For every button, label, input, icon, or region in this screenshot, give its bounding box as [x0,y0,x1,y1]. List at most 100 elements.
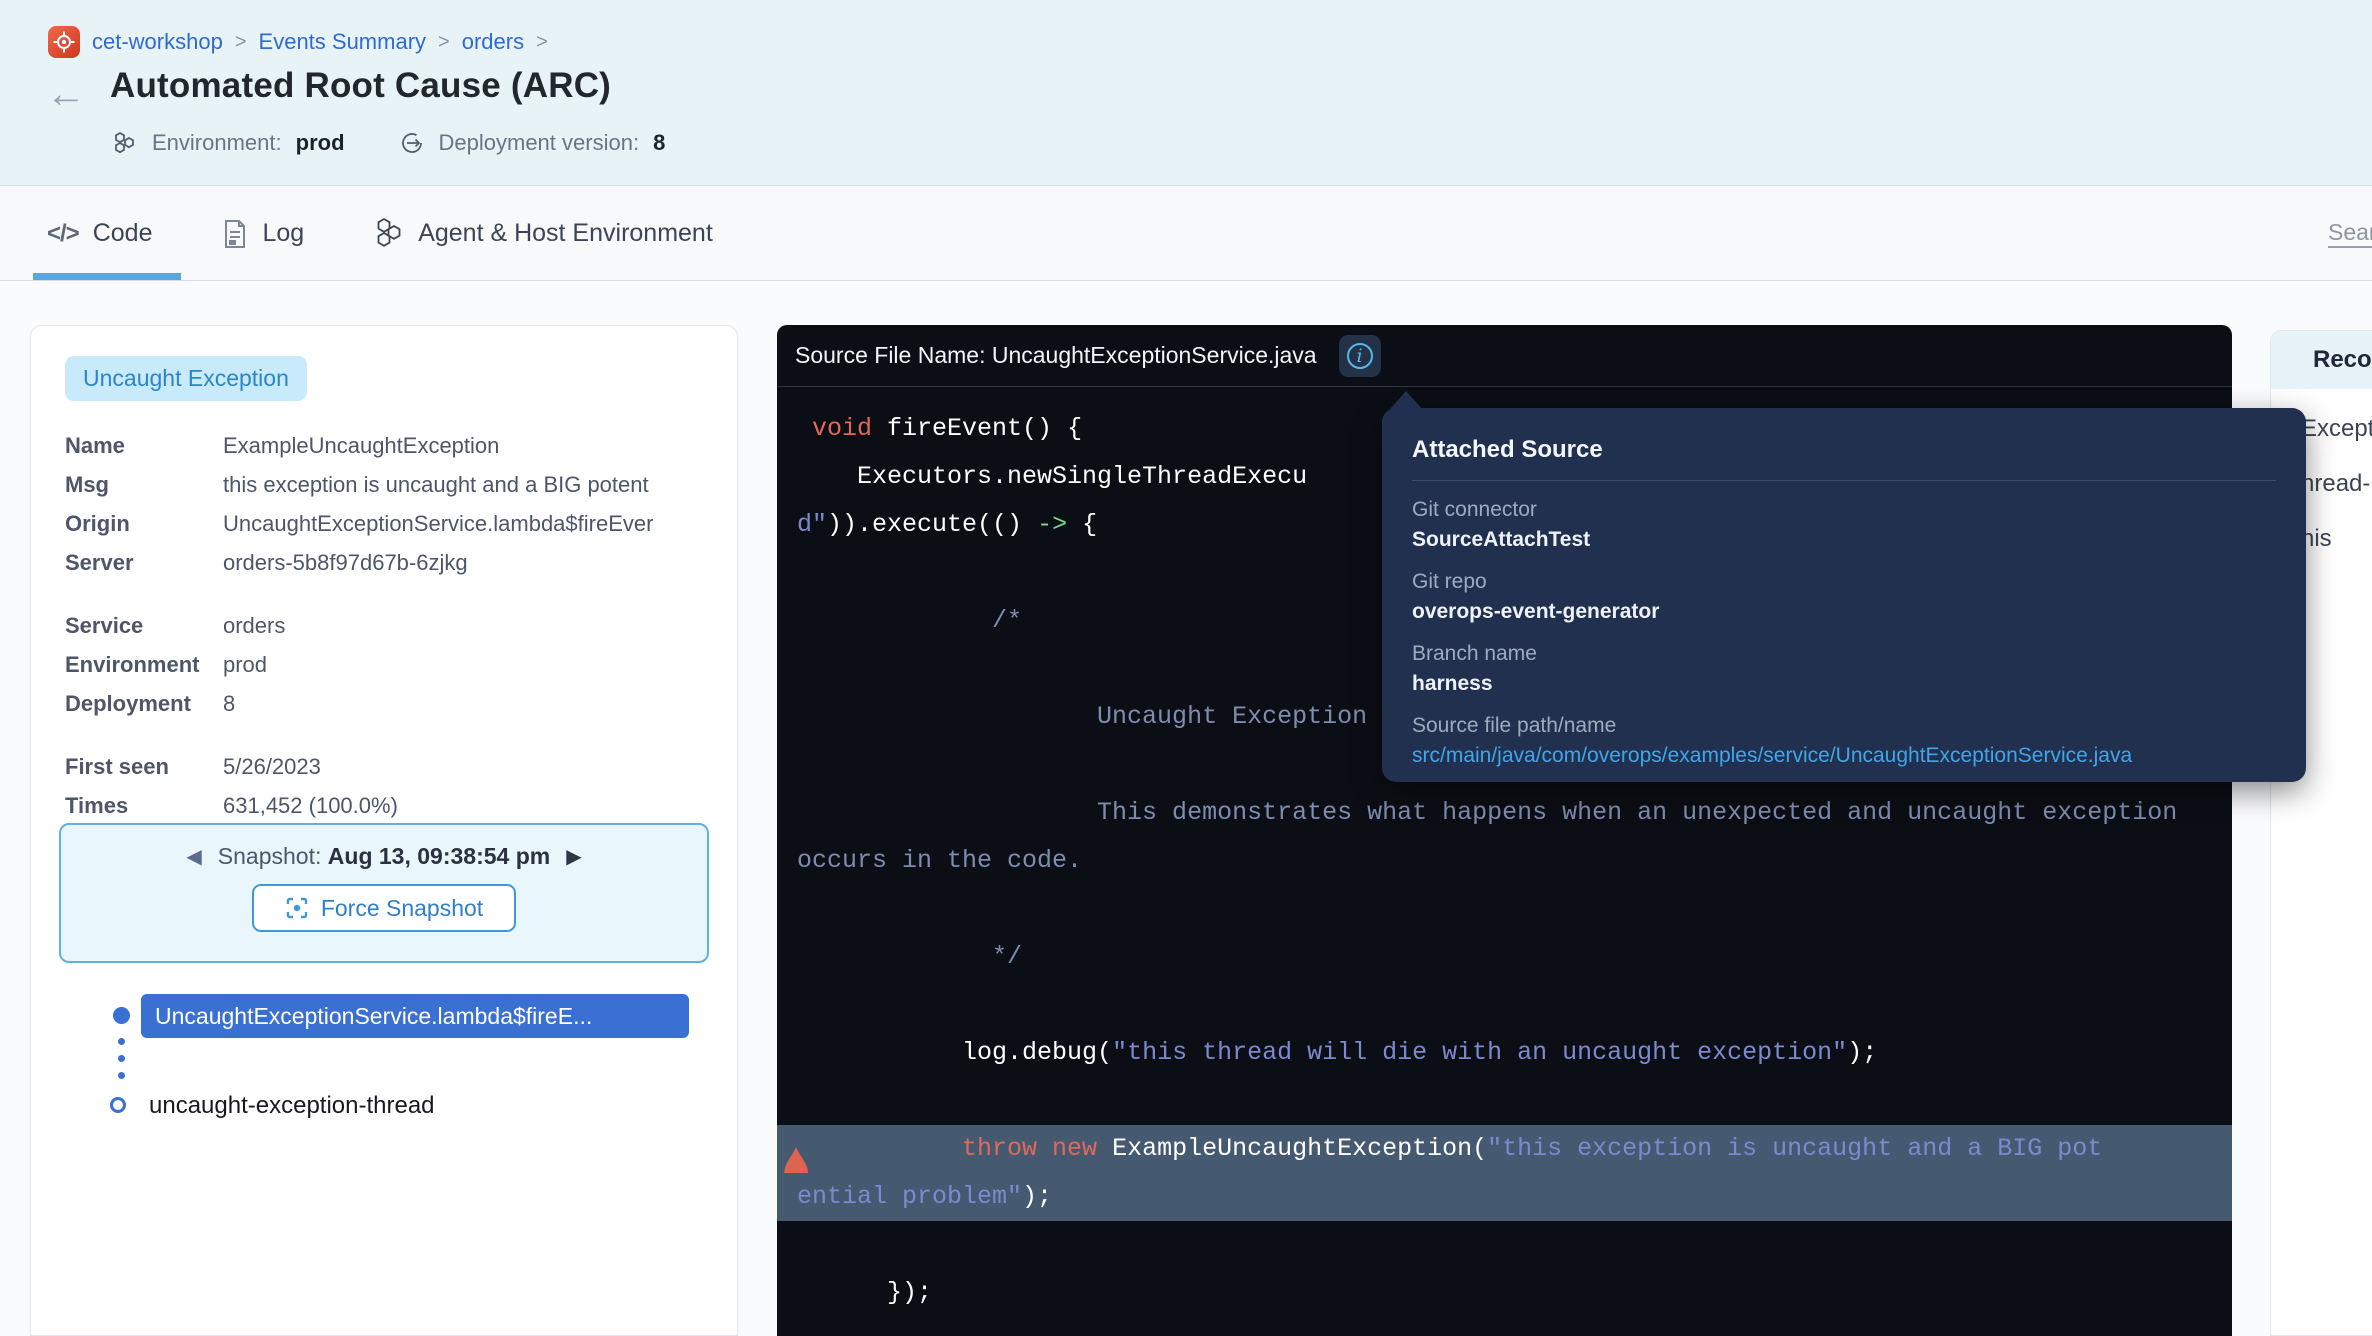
tooltip-field: Git connectorSourceAttachTest [1412,495,2276,555]
source-file-name: Source File Name: UncaughtExceptionServi… [795,342,1317,369]
tooltip-field: Source file path/namesrc/main/java/com/o… [1412,711,2276,771]
breadcrumb-item[interactable]: cet-workshop [92,29,223,55]
code-panel-header: Source File Name: UncaughtExceptionServi… [777,325,2232,387]
code-line-highlighted: throw new ExampleUncaughtException("this… [777,1125,2232,1173]
back-button[interactable]: ← [46,74,86,114]
code-line: }); [777,1269,2232,1317]
tooltip-field: Branch nameharness [1412,639,2276,699]
thread-ring-icon [110,1097,126,1113]
detail-value: prod [223,652,267,678]
breadcrumb: cet-workshop > Events Summary > orders > [48,26,548,58]
stack-frame-selected[interactable]: UncaughtExceptionService.lambda$fireE... [141,994,689,1038]
event-details: NameExampleUncaughtExceptionMsgthis exce… [65,426,705,849]
detail-value: 5/26/2023 [223,754,321,780]
detail-value: ExampleUncaughtException [223,433,499,459]
header-meta: Environment: prod Deployment version: 8 [112,130,665,156]
page-header: cet-workshop > Events Summary > orders > ← Au… [0,0,2372,186]
info-icon: i [1347,343,1373,369]
tab-label: Agent & Host Environment [418,219,713,248]
tooltip-field-value: overops-event-generator [1412,597,2276,627]
code-line [777,1077,2232,1125]
force-snapshot-icon [285,896,309,920]
breadcrumb-separator: > [536,31,548,54]
detail-label: Name [65,433,223,459]
page-title: Automated Root Cause (ARC) [110,66,611,106]
detail-row: NameExampleUncaughtException [65,426,705,465]
tooltip-field-label: Git repo [1412,567,2276,597]
detail-label: Deployment [65,691,223,717]
event-type-badge: Uncaught Exception [65,356,307,401]
detail-row: OriginUncaughtExceptionService.lambda$fi… [65,504,705,543]
code-icon: </> [47,219,79,248]
detail-value: 631,452 (100.0%) [223,793,398,819]
deployment-label: Deployment version: [439,130,640,156]
tab-label: Log [262,219,304,248]
log-icon [222,219,248,249]
attached-source-info-button[interactable]: i [1339,335,1381,377]
breadcrumb-separator: > [438,31,450,54]
detail-value: UncaughtExceptionService.lambda$fireEver [223,511,653,537]
force-snapshot-button[interactable]: Force Snapshot [252,884,516,932]
detail-value: 8 [223,691,235,717]
code-line-highlighted: ential problem"); [777,1173,2232,1221]
code-line [777,981,2232,1029]
active-tab-underline [33,273,181,280]
app-logo-target-icon [48,26,80,58]
detail-label: Origin [65,511,223,537]
detail-label: Msg [65,472,223,498]
tab-log[interactable]: Log [222,187,304,280]
environment-label: Environment: [152,130,282,156]
detail-row: Serverorders-5b8f97d67b-6zjkg [65,543,705,582]
search-input[interactable] [2328,219,2372,246]
attached-source-tooltip: Attached Source Git connectorSourceAttac… [1382,408,2306,782]
code-line: */ [777,933,2232,981]
tooltip-field-label: Git connector [1412,495,2276,525]
thread-name[interactable]: uncaught-exception-thread [149,1092,435,1120]
stack-frame-bullet-icon [113,1007,130,1024]
code-line [777,885,2232,933]
tab-bar: </> Code Log Agent & Host Environment [0,187,2372,281]
breadcrumb-separator: > [235,31,247,54]
snapshot-next-icon[interactable]: ▶ [566,844,581,869]
breadcrumb-item[interactable]: orders [462,29,524,55]
detail-row: Serviceorders [65,606,705,645]
environment-hexagons-icon [112,130,138,156]
tab-agent-host-environment[interactable]: Agent & Host Environment [374,187,713,280]
snapshot-box: ◀ Snapshot: Aug 13, 09:38:54 pm ▶ Force … [59,823,709,963]
tooltip-field-label: Source file path/name [1412,711,2276,741]
code-line: log.debug("this thread will die with an … [777,1029,2232,1077]
tooltip-fields: Git connectorSourceAttachTest Git repoove… [1412,495,2276,771]
tooltip-field: Git repooverops-event-generator [1412,567,2276,627]
environment-value: prod [296,130,345,156]
detail-label: First seen [65,754,223,780]
detail-row: Environmentprod [65,645,705,684]
detail-row: Msgthis exception is uncaught and a BIG … [65,465,705,504]
detail-label: Service [65,613,223,639]
tabs: </> Code Log Agent & Host Environment [47,187,713,280]
stack-connector-dots [118,1038,125,1079]
tooltip-field-value: SourceAttachTest [1412,525,2276,555]
breadcrumb-item[interactable]: Events Summary [259,29,427,55]
detail-row: Times631,452 (100.0%) [65,786,705,825]
deployment-value: 8 [653,130,665,156]
deployment-circle-arrow-icon [399,130,425,156]
code-line: This demonstrates what happens when an u… [777,789,2232,837]
tooltip-divider [1412,480,2276,481]
tab-code[interactable]: </> Code [47,187,152,280]
tooltip-arrow [1390,391,1422,409]
hexagons-icon [374,217,404,251]
tab-label: Code [93,219,153,248]
tooltip-title: Attached Source [1412,436,2276,464]
event-detail-card: Uncaught Exception NameExampleUncaughtEx… [30,325,738,1336]
code-line: occurs in the code. [777,837,2232,885]
tooltip-source-path-link[interactable]: src/main/java/com/overops/examples/servi… [1412,741,2276,771]
code-line [777,1221,2232,1269]
detail-label: Environment [65,652,223,678]
snapshot-timestamp: Aug 13, 09:38:54 pm [328,843,550,869]
detail-label: Times [65,793,223,819]
detail-value: orders-5b8f97d67b-6zjkg [223,550,468,576]
search-field-wrap [2328,219,2372,248]
tooltip-field-label: Branch name [1412,639,2276,669]
side-panel-header: Recor [2271,331,2372,389]
snapshot-prev-icon[interactable]: ◀ [186,844,201,869]
